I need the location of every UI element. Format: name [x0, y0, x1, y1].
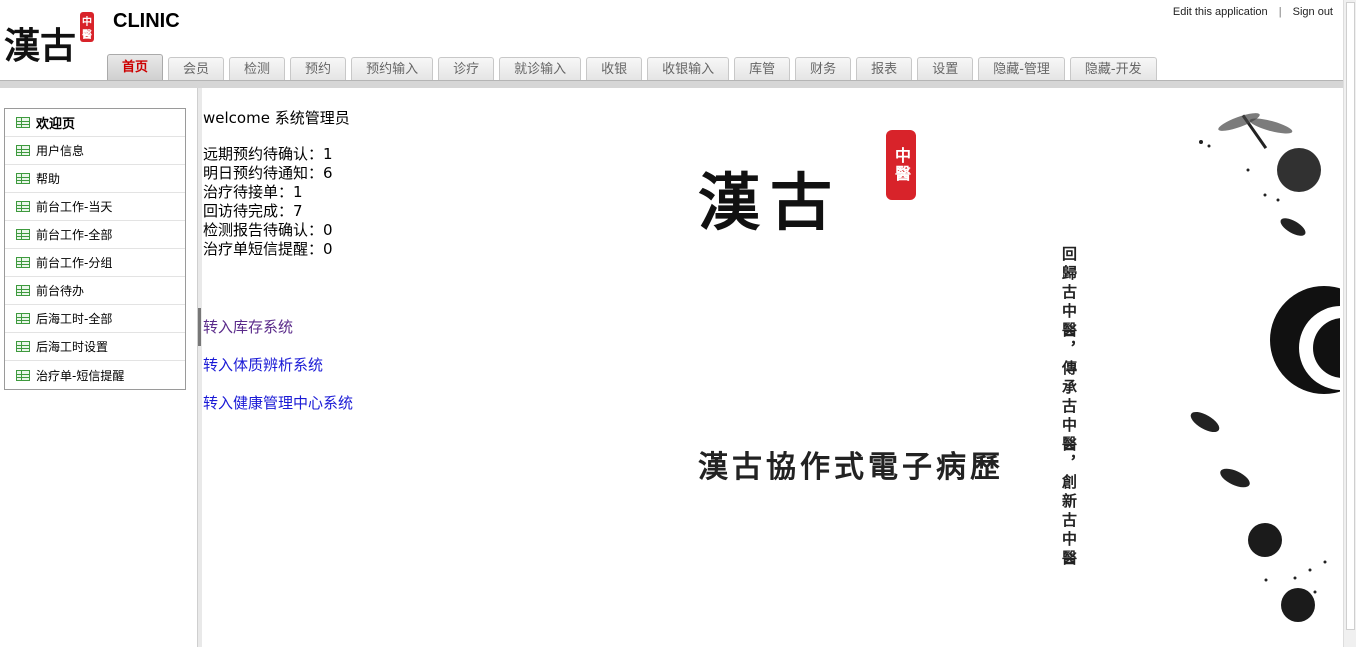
splitter-grip-handle[interactable]: [198, 308, 201, 346]
sidebar-item-user-info[interactable]: 用户信息: [5, 137, 185, 165]
tab-appointments[interactable]: 预约: [290, 57, 347, 81]
svg-text:漢古: 漢古: [4, 25, 76, 67]
tab-settings[interactable]: 设置: [917, 57, 974, 81]
svg-text:中: 中: [82, 15, 92, 28]
tab-finance[interactable]: 财务: [795, 57, 852, 81]
sidebar-item-label: 用户信息: [36, 144, 85, 158]
stat-treatment-pending: 治疗待接单：1: [203, 183, 303, 201]
page-scrollbar[interactable]: [1343, 0, 1356, 647]
sidebar-item-frontdesk-today[interactable]: 前台工作-当天: [5, 193, 185, 221]
sidebar-item-sms-reminder[interactable]: 治疗单-短信提醒: [5, 361, 185, 389]
sign-out-link[interactable]: Sign out: [1293, 6, 1333, 18]
scrollbar-thumb[interactable]: [1346, 2, 1355, 630]
tab-inventory[interactable]: 库管: [734, 57, 791, 81]
stat-future-appointments: 远期预约待确认：1: [203, 145, 333, 163]
sidebar-item-frontdesk-all[interactable]: 前台工作-全部: [5, 221, 185, 249]
header-divider: [0, 80, 1343, 88]
table-icon: [16, 257, 30, 268]
stat-followup-pending: 回访待完成：7: [203, 202, 303, 220]
edit-application-link[interactable]: Edit this application: [1173, 6, 1268, 18]
table-icon: [16, 285, 30, 296]
hero-title: 漢古: [698, 166, 843, 239]
sidebar-item-label: 前台工作-分组: [36, 256, 113, 270]
main-tab-bar: 首页 会员 检测 预约 预约输入 诊疗 就诊输入 收银 收银输入 库管 财务 报…: [107, 54, 1162, 81]
sidebar-item-houhai-hours-settings[interactable]: 后海工时设置: [5, 333, 185, 361]
sidebar-item-label: 治疗单-短信提醒: [36, 368, 125, 383]
table-icon: [16, 369, 30, 381]
tab-testing[interactable]: 检测: [229, 57, 286, 81]
stat-tomorrow-appointments: 明日预约待通知：6: [203, 164, 333, 182]
hero-seal: 中醫: [886, 130, 916, 200]
sidebar-item-welcome[interactable]: 欢迎页: [5, 109, 185, 137]
sidebar-item-frontdesk-group[interactable]: 前台工作-分组: [5, 249, 185, 277]
tab-reports[interactable]: 报表: [856, 57, 913, 81]
sidebar-item-label: 后海工时设置: [36, 340, 109, 354]
table-icon: [16, 145, 30, 156]
app-title: CLINIC: [113, 10, 180, 32]
top-links: Edit this application | Sign out: [1173, 6, 1333, 18]
tab-home[interactable]: 首页: [107, 54, 164, 81]
tab-hidden-dev[interactable]: 隐藏-开发: [1069, 57, 1157, 81]
tab-appointment-entry[interactable]: 预约输入: [351, 57, 434, 81]
tab-members[interactable]: 会员: [168, 57, 225, 81]
sidebar-item-label: 前台工作-当天: [36, 200, 113, 214]
ink-painting-art: [1190, 113, 1340, 622]
clinic-logo: 漢古 中 醫: [4, 8, 100, 68]
sidebar-item-frontdesk-todo[interactable]: 前台待办: [5, 277, 185, 305]
link-separator: |: [1278, 6, 1282, 18]
svg-text:醫: 醫: [82, 29, 92, 41]
pending-stats: 远期预约待确认：1 明日预约待通知：6 治疗待接单：1 回访待完成：7 检测报告…: [203, 145, 333, 259]
sidebar-item-help[interactable]: 帮助: [5, 165, 185, 193]
sidebar-item-label: 帮助: [36, 172, 61, 186]
main-content: welcome 系统管理员 远期预约待确认：1 明日预约待通知：6 治疗待接单：…: [203, 88, 1340, 647]
tab-cashier[interactable]: 收银: [586, 57, 643, 81]
sidebar: 欢迎页 用户信息 帮助 前台工作-当天 前台工作-全部 前台工作-分组 前台待办: [0, 88, 197, 647]
tab-cashier-entry[interactable]: 收银输入: [647, 57, 730, 81]
health-center-link[interactable]: 转入健康管理中心系统: [203, 392, 353, 413]
sidebar-splitter[interactable]: [197, 88, 202, 647]
table-icon: [16, 201, 30, 212]
table-icon: [16, 173, 30, 184]
hero-subtitle: 漢古協作式電子病歷: [698, 450, 1004, 485]
table-icon: [16, 313, 30, 324]
hero-banner: 漢古 中醫 漢古協作式電子病歷 回歸古中醫，傳承古中醫，創新古中醫: [683, 100, 1340, 640]
stat-sms-reminders: 治疗单短信提醒：0: [203, 240, 333, 258]
constitution-system-link[interactable]: 转入体质辨析系统: [203, 354, 323, 375]
sidebar-item-label: 前台工作-全部: [36, 228, 113, 242]
sidebar-item-label: 欢迎页: [36, 117, 76, 132]
sidebar-nav: 欢迎页 用户信息 帮助 前台工作-当天 前台工作-全部 前台工作-分组 前台待办: [4, 108, 186, 390]
inventory-system-link[interactable]: 转入库存系统: [203, 316, 293, 337]
table-icon: [16, 117, 30, 128]
tab-visit-entry[interactable]: 就诊输入: [499, 57, 582, 81]
sidebar-item-label: 后海工时-全部: [36, 312, 113, 326]
sidebar-item-label: 前台待办: [36, 284, 85, 298]
table-icon: [16, 341, 30, 352]
table-icon: [16, 229, 30, 240]
tab-hidden-admin[interactable]: 隐藏-管理: [978, 57, 1065, 81]
stat-reports-pending: 检测报告待确认：0: [203, 221, 333, 239]
sidebar-item-houhai-hours-all[interactable]: 后海工时-全部: [5, 305, 185, 333]
tab-treatment[interactable]: 诊疗: [438, 57, 495, 81]
welcome-message: welcome 系统管理员: [203, 109, 350, 127]
